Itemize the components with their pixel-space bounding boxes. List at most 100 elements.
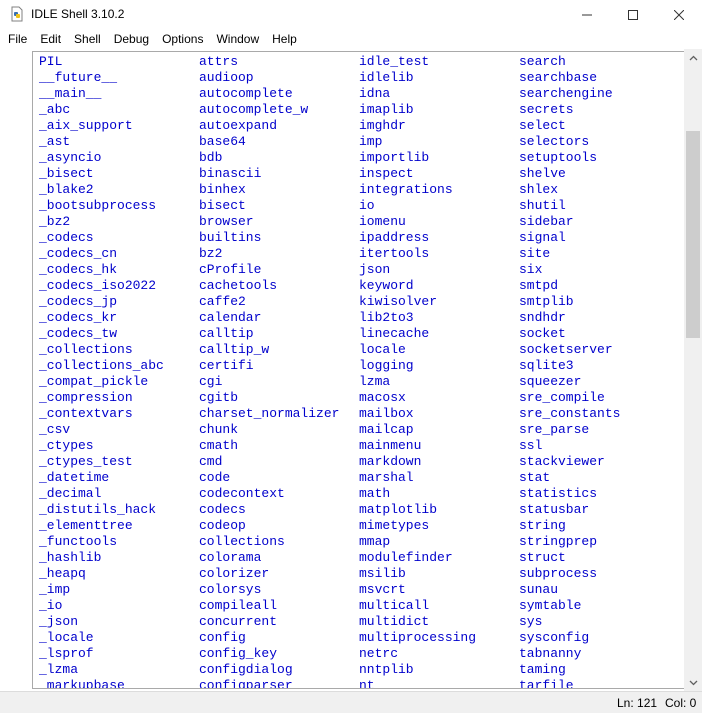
chevron-up-icon[interactable] <box>684 49 702 66</box>
module-name: _codecs_tw <box>39 326 118 341</box>
chevron-down-icon[interactable] <box>684 674 702 691</box>
maximize-button[interactable] <box>610 0 656 29</box>
module-name: collections <box>199 534 285 549</box>
scrollbar-thumb[interactable] <box>686 131 700 338</box>
module-name: codeop <box>199 518 246 533</box>
module-name: builtins <box>199 230 262 245</box>
shell-text-area[interactable]: PIL __future__ __main__ _abc _aix_support _as… <box>32 51 685 689</box>
module-column-4: search searchbase searchengine secrets selec… <box>519 54 621 688</box>
module-name: configdialog <box>199 662 293 677</box>
module-name: keyword <box>359 278 414 293</box>
module-name: cProfile <box>199 262 262 277</box>
module-name: chunk <box>199 422 239 437</box>
shell-content: PIL __future__ __main__ _abc _aix_support _as… <box>0 49 702 691</box>
module-name: search <box>519 54 566 69</box>
module-name: idna <box>359 86 391 101</box>
module-name: sre_compile <box>519 390 605 405</box>
module-name: cachetools <box>199 278 278 293</box>
module-name: sysconfig <box>519 630 590 645</box>
module-name: shelve <box>519 166 566 181</box>
module-name: _codecs_jp <box>39 294 118 309</box>
module-column-3: idle_test idlelib idna imaplib imghdr imp impo… <box>359 54 476 688</box>
module-name: cgitb <box>199 390 239 405</box>
module-name: sre_parse <box>519 422 590 437</box>
vertical-scrollbar[interactable] <box>684 49 702 691</box>
module-name: six <box>519 262 543 277</box>
module-name: calltip_w <box>199 342 270 357</box>
module-name: multidict <box>359 614 430 629</box>
module-name: stringprep <box>519 534 598 549</box>
module-name: imaplib <box>359 102 414 117</box>
module-name: _compression <box>39 390 133 405</box>
menu-edit[interactable]: Edit <box>33 29 67 49</box>
title-bar: IDLE Shell 3.10.2 <box>0 0 702 29</box>
module-name: statistics <box>519 486 598 501</box>
module-name: modulefinder <box>359 550 453 565</box>
module-name: _codecs <box>39 230 94 245</box>
module-name: mmap <box>359 534 391 549</box>
module-name: locale <box>359 342 406 357</box>
minimize-button[interactable] <box>564 0 610 29</box>
module-name: json <box>359 262 391 277</box>
module-name: caffe2 <box>199 294 246 309</box>
menu-window[interactable]: Window <box>209 29 265 49</box>
module-name: bdb <box>199 150 223 165</box>
menu-file[interactable]: File <box>0 29 33 49</box>
module-name: attrs <box>199 54 239 69</box>
module-name: sre_constants <box>519 406 621 421</box>
close-button[interactable] <box>656 0 702 29</box>
module-name: marshal <box>359 470 414 485</box>
module-name: browser <box>199 214 254 229</box>
module-name: sys <box>519 614 543 629</box>
module-name: imghdr <box>359 118 406 133</box>
module-name: signal <box>519 230 566 245</box>
module-name: sidebar <box>519 214 574 229</box>
module-name: nntplib <box>359 662 414 677</box>
menu-shell[interactable]: Shell <box>67 29 107 49</box>
module-name: _collections_abc <box>39 358 164 373</box>
module-name: certifi <box>199 358 254 373</box>
module-name: colorizer <box>199 566 270 581</box>
module-name: __future__ <box>39 70 118 85</box>
module-name: statusbar <box>519 502 590 517</box>
module-name: math <box>359 486 391 501</box>
module-name: base64 <box>199 134 246 149</box>
module-name: linecache <box>359 326 430 341</box>
menu-help[interactable]: Help <box>265 29 303 49</box>
module-name: _distutils_hack <box>39 502 157 517</box>
module-name: mimetypes <box>359 518 430 533</box>
menu-debug[interactable]: Debug <box>107 29 155 49</box>
menu-options[interactable]: Options <box>155 29 209 49</box>
module-name: msilib <box>359 566 406 581</box>
module-name: subprocess <box>519 566 598 581</box>
module-name: binhex <box>199 182 246 197</box>
module-name: kiwisolver <box>359 294 438 309</box>
module-name: sunau <box>519 582 559 597</box>
module-name: _compat_pickle <box>39 374 149 389</box>
module-name: smtpd <box>519 278 559 293</box>
module-name: secrets <box>519 102 574 117</box>
module-name: _codecs_iso2022 <box>39 278 157 293</box>
module-name: setuptools <box>519 150 598 165</box>
module-name: autoexpand <box>199 118 278 133</box>
module-name: bisect <box>199 198 246 213</box>
module-name: smtplib <box>519 294 574 309</box>
module-name: colorsys <box>199 582 262 597</box>
module-name: audioop <box>199 70 254 85</box>
module-name: netrc <box>359 646 399 661</box>
column-number-status: Col: 0 <box>665 696 697 710</box>
module-name: site <box>519 246 551 261</box>
module-name: imp <box>359 134 383 149</box>
module-name: _json <box>39 614 79 629</box>
module-name: mailcap <box>359 422 414 437</box>
module-column-1: PIL __future__ __main__ _abc _aix_support _as… <box>39 54 164 688</box>
module-name: idlelib <box>359 70 414 85</box>
module-name: stackviewer <box>519 454 605 469</box>
module-name: _datetime <box>39 470 110 485</box>
module-name: _abc <box>39 102 71 117</box>
module-name: _codecs_cn <box>39 246 118 261</box>
module-name: _bisect <box>39 166 94 181</box>
module-name: stat <box>519 470 551 485</box>
module-name: lib2to3 <box>359 310 414 325</box>
module-name: _imp <box>39 582 71 597</box>
